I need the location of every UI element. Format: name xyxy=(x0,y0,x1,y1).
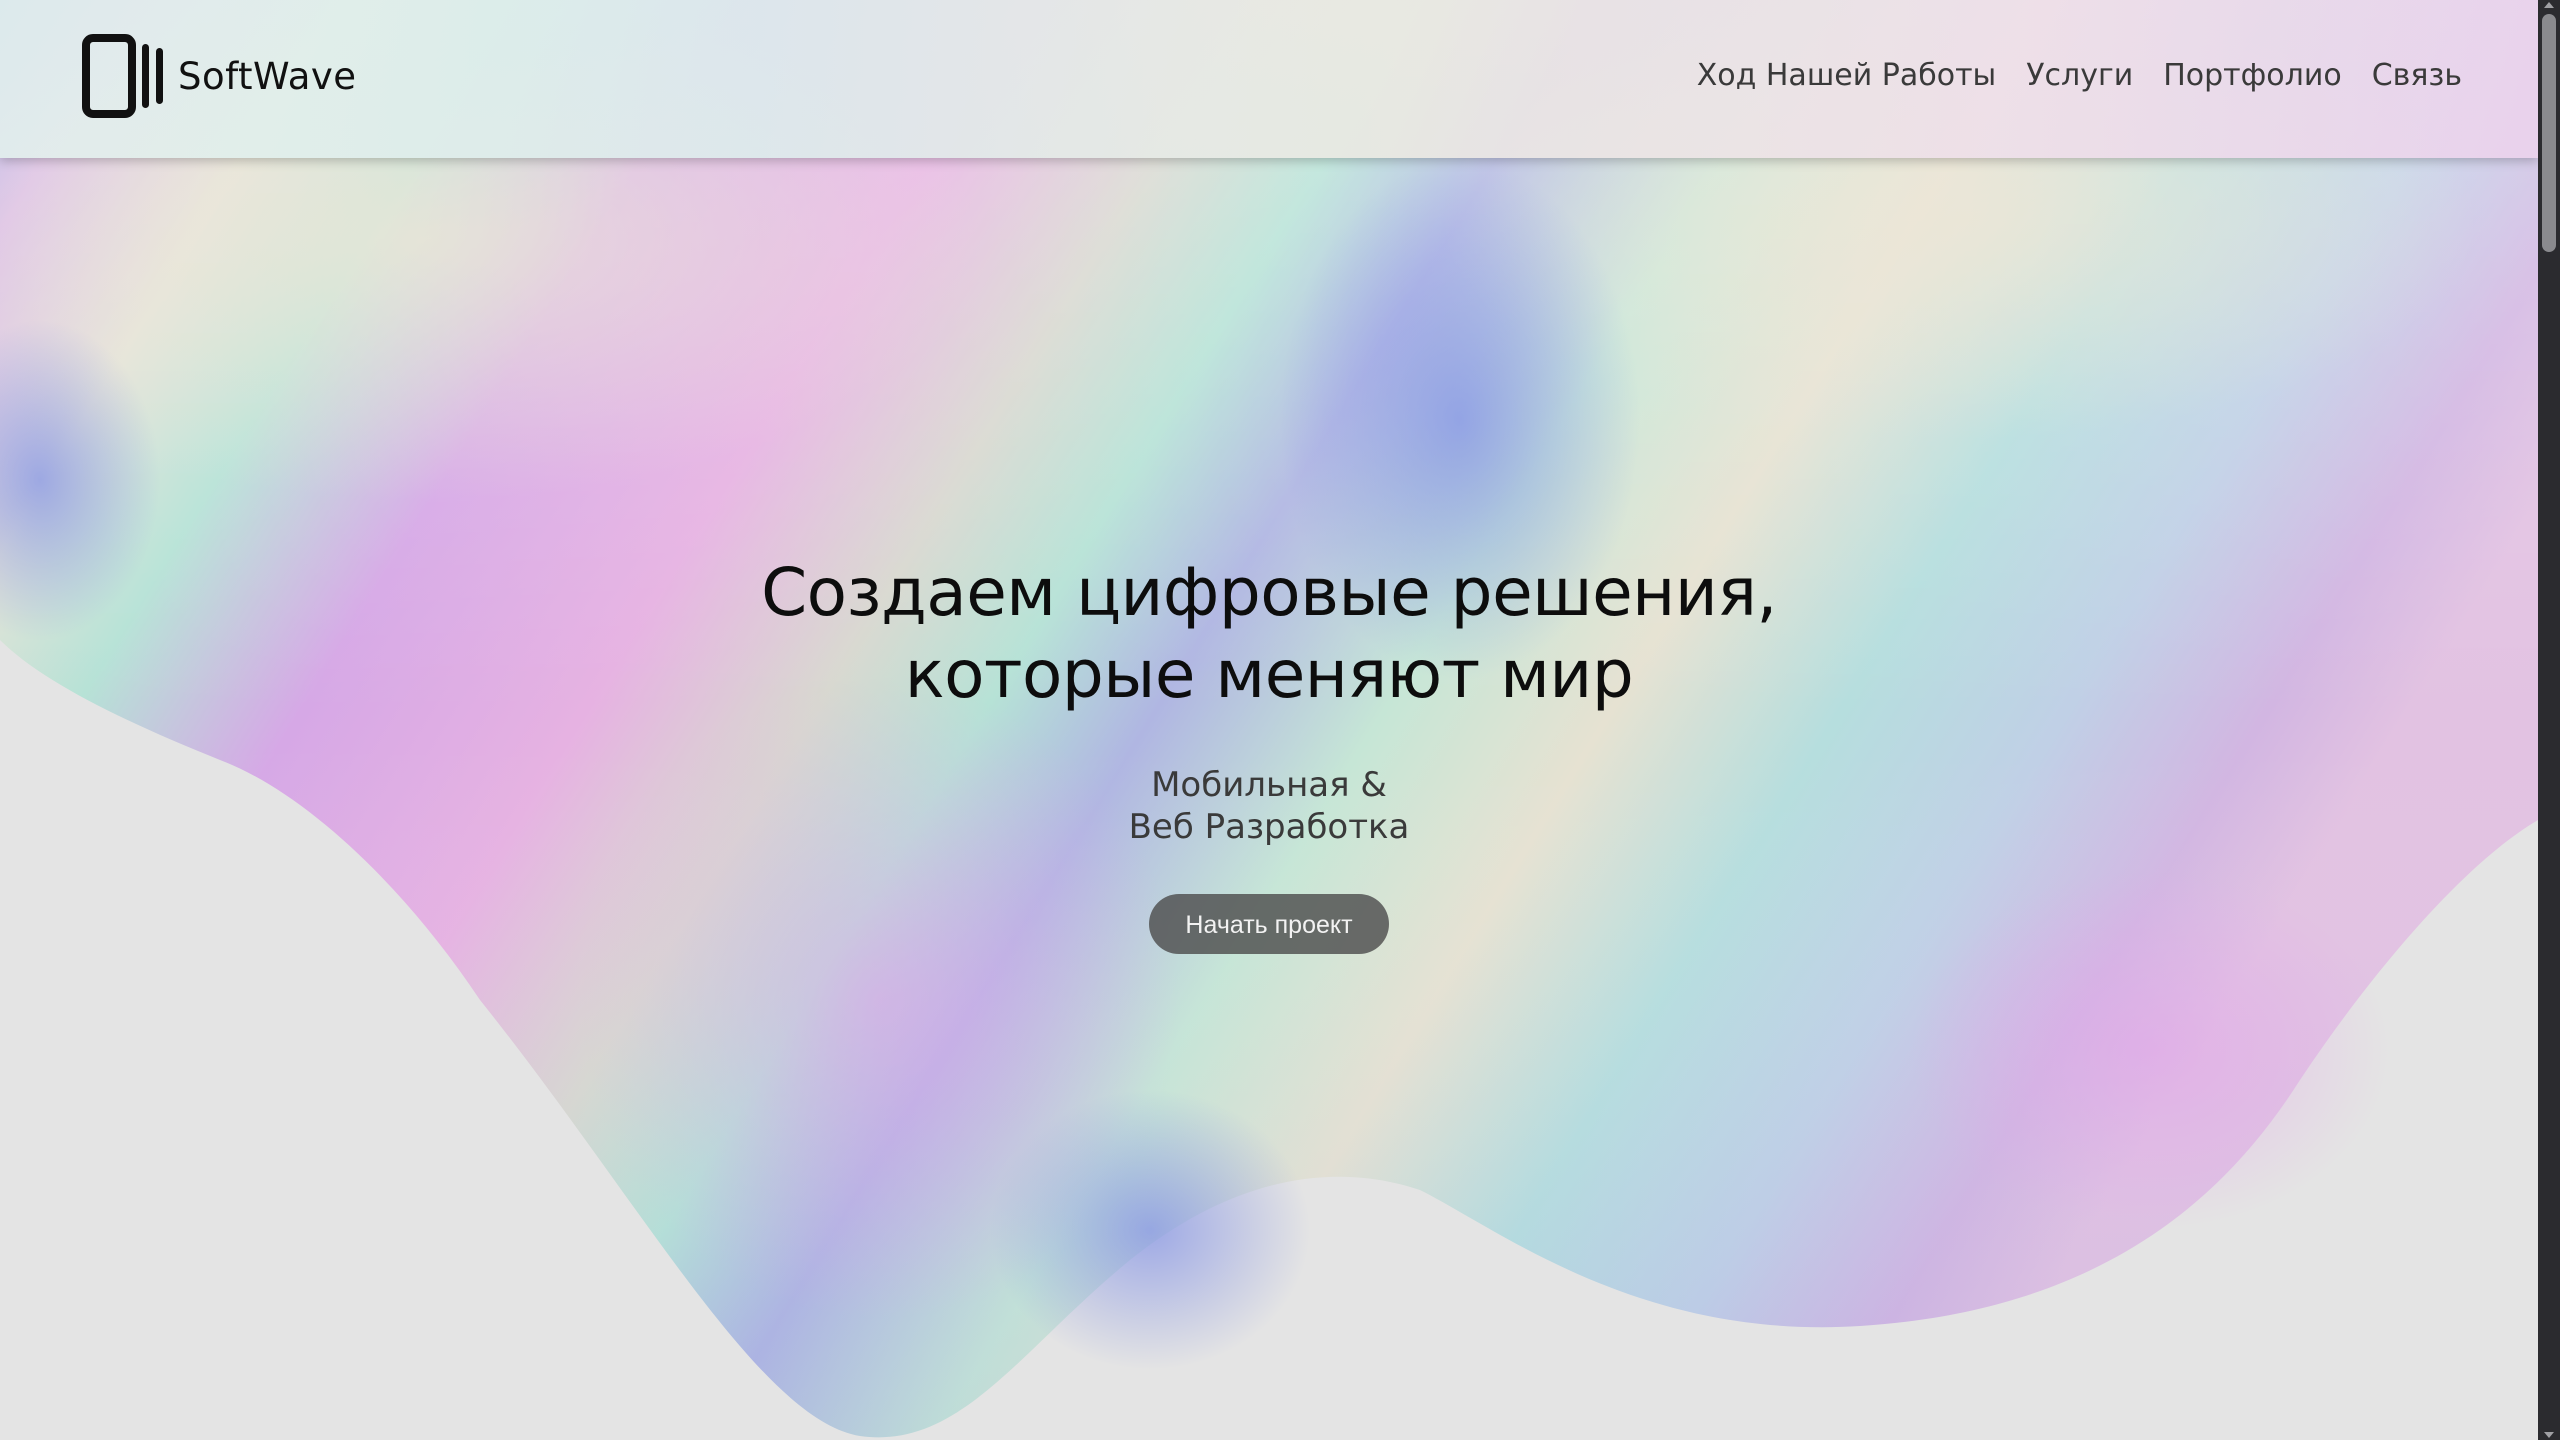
hero-subtitle-line-1: Мобильная & xyxy=(1151,765,1387,805)
nav-item-contact[interactable]: Связь xyxy=(2372,58,2462,93)
logo[interactable]: SoftWave xyxy=(82,34,357,118)
hero-subtitle: Мобильная & Веб Разработка xyxy=(0,764,2538,848)
scroll-down-icon[interactable] xyxy=(2544,1432,2554,1438)
start-project-button[interactable]: Начать проект xyxy=(1149,894,1389,954)
logo-icon xyxy=(82,34,163,118)
scrollbar[interactable] xyxy=(2538,0,2560,1440)
scroll-up-icon[interactable] xyxy=(2544,2,2554,8)
nav-item-services[interactable]: Услуги xyxy=(2026,58,2133,93)
scrollbar-thumb[interactable] xyxy=(2542,14,2556,252)
hero-title-line-1: Создаем цифровые решения, xyxy=(761,554,1777,631)
hero-subtitle-line-2: Веб Разработка xyxy=(1128,807,1410,847)
hero-section: Создаем цифровые решения, которые меняют… xyxy=(0,552,2538,954)
nav-item-process[interactable]: Ход Нашей Работы xyxy=(1697,58,1997,93)
page: SoftWave Ход Нашей Работы Услуги Портфол… xyxy=(0,0,2560,1440)
main-nav: Ход Нашей Работы Услуги Портфолио Связь xyxy=(1697,58,2462,93)
hero-title-line-2: которые меняют мир xyxy=(904,636,1634,713)
hero-title: Создаем цифровые решения, которые меняют… xyxy=(0,552,2538,716)
site-header: SoftWave Ход Нашей Работы Услуги Портфол… xyxy=(0,0,2538,158)
brand-name: SoftWave xyxy=(178,54,357,98)
nav-item-portfolio[interactable]: Портфолио xyxy=(2163,58,2341,93)
